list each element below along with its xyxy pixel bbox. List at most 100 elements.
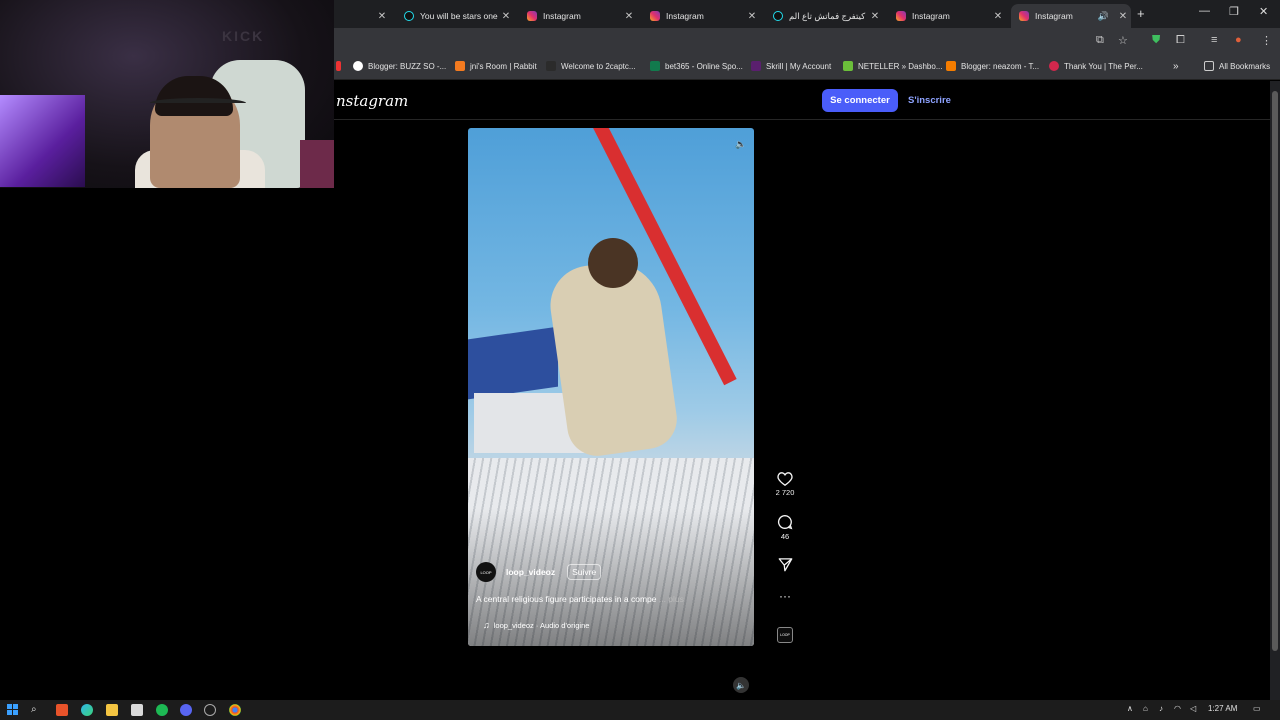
bookmark-0[interactable]: Blogger: BUZZ SO -... [353, 61, 446, 71]
neteller-icon [843, 61, 853, 71]
chrome-icon[interactable] [229, 704, 241, 716]
speaker-tray-icon[interactable]: ◁ [1190, 704, 1196, 713]
tab-1[interactable]: Instagram ✕ [519, 4, 637, 28]
comment-icon[interactable] [777, 514, 793, 530]
close-tab-icon[interactable]: ✕ [990, 11, 1006, 22]
shield-extension-icon[interactable]: ⛊ [1152, 34, 1160, 47]
skrill-icon [751, 61, 761, 71]
bookmark-4[interactable]: Skrill | My Account [751, 61, 831, 71]
google-icon [353, 61, 363, 71]
tab-4[interactable]: Instagram ✕ [888, 4, 1006, 28]
webcam-headset [150, 98, 246, 108]
volume-toggle-icon[interactable]: 🔈 [733, 677, 749, 693]
browser-menu-icon[interactable]: ⋮ [1261, 34, 1272, 47]
bookmark-partial[interactable] [336, 61, 346, 71]
like-action[interactable]: 2 720 [769, 471, 801, 497]
edge-icon[interactable] [81, 704, 93, 716]
scrollbar-thumb[interactable] [1272, 91, 1278, 651]
bookmark-1[interactable]: jni's Room | Rabbit [455, 61, 537, 71]
close-tab-icon[interactable]: ✕ [1115, 11, 1131, 22]
share-action[interactable] [769, 557, 801, 572]
extensions-icon[interactable]: ⧠ [1176, 34, 1185, 47]
notifications-icon[interactable]: ▭ [1253, 704, 1261, 713]
windows-taskbar [0, 700, 1280, 720]
login-button[interactable]: Se connecter [822, 89, 898, 112]
reel-caption: A central religious figure participates … [476, 594, 684, 604]
close-tab-icon[interactable]: ✕ [744, 11, 760, 22]
signup-link[interactable]: S'inscrire [908, 95, 951, 106]
video-frame-detail [588, 238, 638, 288]
bookmark-star-icon[interactable]: ☆ [1118, 34, 1128, 47]
heart-icon[interactable] [777, 471, 793, 486]
instagram-icon [1019, 11, 1029, 21]
share-icon[interactable] [778, 557, 793, 572]
bookmark-6[interactable]: Blogger: neazom - T... [946, 61, 1039, 71]
new-tab-button[interactable]: + [1137, 6, 1145, 21]
profile-avatar-icon[interactable]: ● [1235, 34, 1242, 46]
close-tab-icon[interactable]: ✕ [374, 11, 390, 22]
reel-video[interactable]: 🔈 LOOP loop_videoz Suivre A central reli… [468, 128, 754, 646]
tab-partial[interactable]: ✕ [338, 4, 390, 28]
audio-label: loop_videoz · Audio d'origine [493, 620, 590, 630]
avatar[interactable]: LOOP [476, 562, 496, 582]
bookmark-3[interactable]: bet365 - Online Spo... [650, 61, 743, 71]
webcam-background-light [300, 140, 334, 188]
tray-overflow-icon[interactable]: ∧ [1127, 704, 1133, 713]
bookmarks-overflow-icon[interactable]: » [1173, 61, 1179, 72]
username-link[interactable]: loop_videoz [506, 567, 555, 577]
search-icon[interactable]: ⌕ [31, 704, 37, 715]
file-explorer-icon[interactable] [106, 704, 118, 716]
discord-icon[interactable] [180, 704, 192, 716]
install-app-icon[interactable]: ⧉ [1096, 34, 1104, 47]
comment-count: 46 [780, 532, 790, 541]
microphone-icon[interactable]: ♪ [1159, 704, 1163, 713]
wifi-icon[interactable]: ◠ [1174, 704, 1181, 713]
tab-3[interactable]: كيتفرج فماتش تاع الم ✕ [765, 4, 883, 28]
speaker-icon[interactable]: 🔊 [1098, 11, 1109, 22]
bookmark-2[interactable]: Welcome to 2captc... [546, 61, 636, 71]
follow-button[interactable]: Suivre [567, 564, 602, 580]
screen: ✕ You will be stars one ✕ Instagram ✕ In… [0, 0, 1280, 720]
video-frame-detail [468, 326, 558, 400]
all-bookmarks[interactable]: All Bookmarks [1204, 61, 1270, 71]
app-icon[interactable] [204, 704, 216, 716]
clock[interactable]: 1:27 AM [1208, 704, 1237, 713]
blogger-icon [946, 61, 956, 71]
folder-icon [1204, 61, 1214, 71]
tiktok-icon [773, 11, 783, 21]
store-icon[interactable] [131, 704, 143, 716]
media-control-icon[interactable]: ≡ [1211, 34, 1217, 46]
close-window-icon[interactable]: ✕ [1259, 5, 1268, 18]
webcam-overlay: KICK [0, 0, 334, 188]
bookmark-5[interactable]: NETELLER » Dashbo... [843, 61, 942, 71]
reel-audio[interactable]: ♫ loop_videoz · Audio d'origine [483, 620, 589, 630]
close-tab-icon[interactable]: ✕ [621, 11, 637, 22]
instagram-logo[interactable]: nstagram [336, 92, 408, 110]
instagram-icon [527, 11, 537, 21]
tab-5-active[interactable]: Instagram 🔊 ✕ [1011, 4, 1131, 28]
music-note-icon: ♫ [483, 620, 490, 630]
scrollbar[interactable] [1270, 81, 1280, 700]
tab-2[interactable]: Instagram ✕ [642, 4, 760, 28]
heart-icon [1049, 61, 1059, 71]
restore-icon[interactable]: ❐ [1229, 5, 1239, 18]
bookmark-7[interactable]: Thank You | The Per... [1049, 61, 1143, 71]
windows-start-icon[interactable] [7, 704, 18, 715]
volume-icon[interactable]: 🔈 [735, 139, 746, 150]
tab-0[interactable]: You will be stars one ✕ [396, 4, 514, 28]
tiktok-icon [404, 11, 414, 21]
instagram-icon [896, 11, 906, 21]
comment-action[interactable]: 46 [769, 514, 801, 541]
audio-thumbnail[interactable]: LOOP [777, 627, 793, 643]
close-tab-icon[interactable]: ✕ [867, 11, 883, 22]
brave-icon[interactable] [56, 704, 68, 716]
like-count: 2 720 [775, 488, 795, 497]
minimize-icon[interactable]: — [1199, 5, 1210, 17]
caption-more-link[interactable]: ... plus [659, 594, 684, 604]
instagram-icon [650, 11, 660, 21]
close-tab-icon[interactable]: ✕ [498, 11, 514, 22]
network-icon[interactable]: ⌂ [1143, 704, 1148, 713]
reel-uploader: LOOP loop_videoz Suivre [476, 562, 602, 582]
more-options-icon[interactable]: ··· [769, 589, 801, 603]
spotify-icon[interactable] [156, 704, 168, 716]
